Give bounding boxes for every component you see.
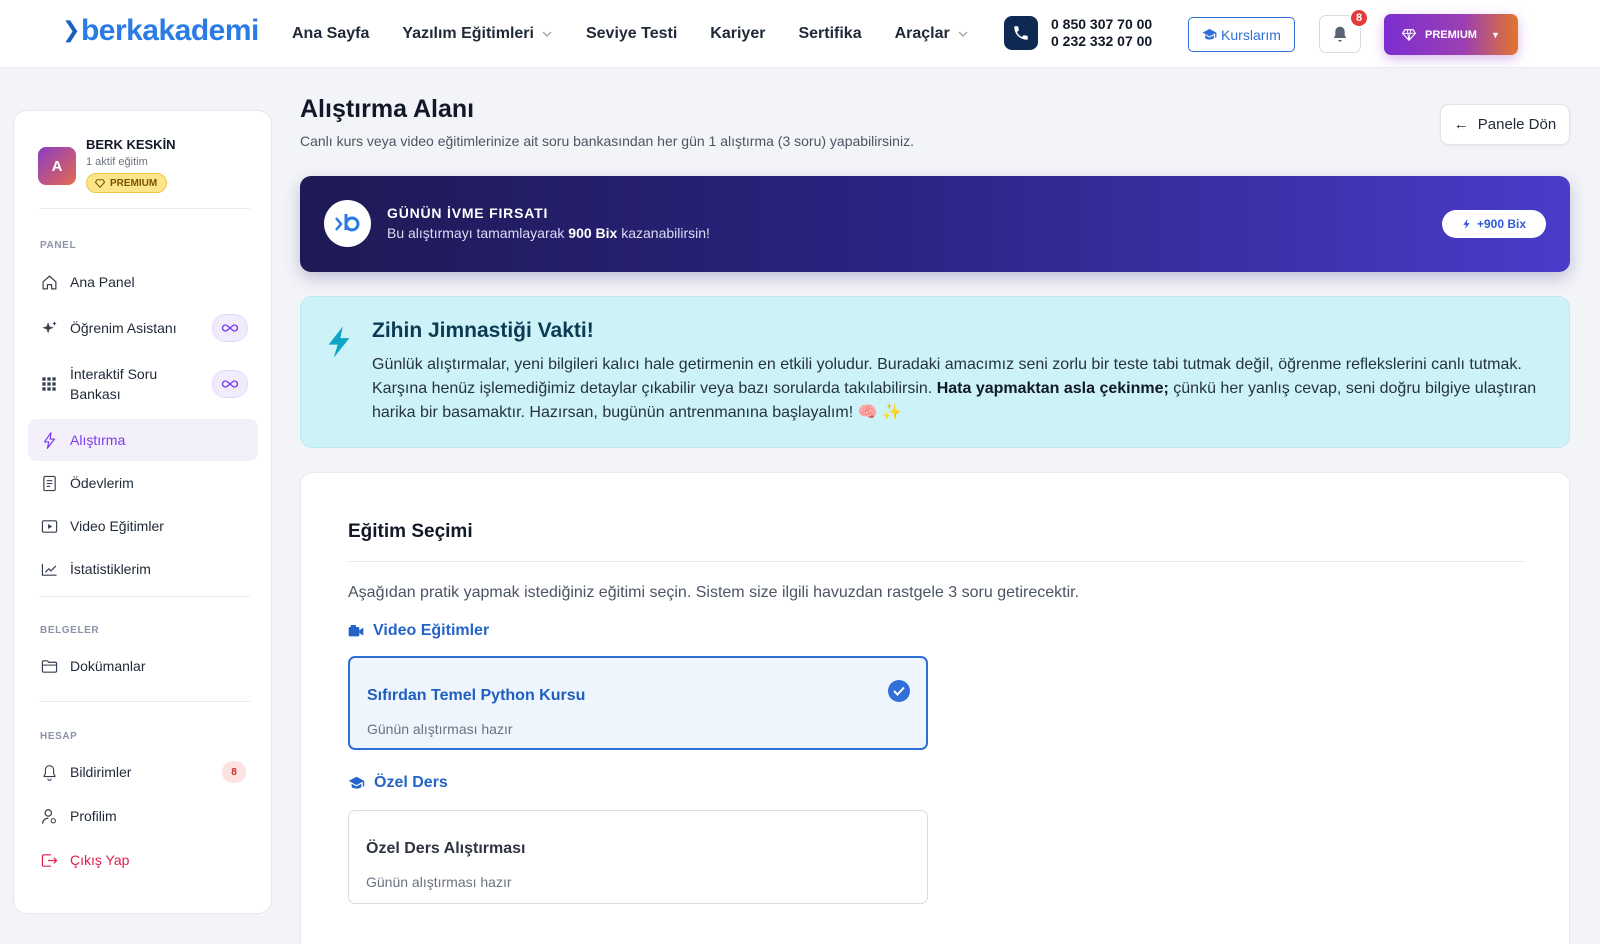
nav-araclar[interactable]: Araçlar <box>895 25 969 43</box>
chart-icon <box>40 560 58 578</box>
sidebar-item-ana-panel[interactable]: Ana Panel <box>28 261 258 303</box>
bix-logo-icon <box>324 200 371 247</box>
video-icon <box>40 517 58 535</box>
nav-seviye-testi[interactable]: Seviye Testi <box>586 25 677 43</box>
nav-ana-sayfa[interactable]: Ana Sayfa <box>292 25 369 43</box>
bolt-icon <box>328 326 350 358</box>
sidebar-item-ogrenim-asistani[interactable]: Öğrenim Asistanı <box>28 307 258 349</box>
sidebar-item-istatistiklerim[interactable]: İstatistiklerim <box>28 548 258 590</box>
nav-yazilim-egitimleri[interactable]: Yazılım Eğitimleri <box>402 25 553 43</box>
course-option-ozel-ders[interactable]: Özel Ders Alıştırması Günün alıştırması … <box>348 810 928 904</box>
card-title: Eğitim Seçimi <box>348 521 473 542</box>
divider <box>39 701 250 702</box>
option-title: Özel Ders Alıştırması <box>366 840 526 857</box>
divider <box>39 208 250 209</box>
motivation-tip-box: Zihin Jimnastiği Vakti! Günlük alıştırma… <box>300 296 1570 448</box>
chevron-down-icon <box>542 31 552 37</box>
user-name: BERK KESKİN <box>86 137 176 152</box>
course-selection-card: Eğitim Seçimi Aşağıdan pratik yapmak ist… <box>300 472 1570 944</box>
banner-description: Bu alıştırmayı tamamlayarak 900 Bix kaza… <box>387 225 710 241</box>
sidebar-item-alistirma[interactable]: Alıştırma <box>28 419 258 461</box>
bolt-icon <box>40 431 58 449</box>
divider <box>39 596 250 597</box>
arrow-left-icon: ← <box>1453 116 1469 133</box>
notification-count-badge: 8 <box>222 761 246 783</box>
card-description: Aşağıdan pratik yapmak istediğiniz eğiti… <box>348 584 1080 601</box>
sidebar-item-profilim[interactable]: Profilim <box>28 795 258 837</box>
sidebar-item-video-egitimler[interactable]: Video Eğitimler <box>28 505 258 547</box>
contact-phones[interactable]: 0 850 307 70 00 0 232 332 07 00 <box>1004 16 1152 50</box>
my-courses-button[interactable]: Kurslarım <box>1188 17 1295 52</box>
option-status: Günün alıştırması hazır <box>366 874 512 890</box>
divider <box>348 561 1525 562</box>
group-heading-ozel-ders: Özel Ders <box>348 774 448 792</box>
option-status: Günün alıştırması hazır <box>367 721 513 737</box>
notification-count-badge: 8 <box>1349 8 1369 28</box>
page-title: Alıştırma Alanı <box>300 95 475 123</box>
grid-icon <box>40 375 58 393</box>
chevron-down-icon <box>958 31 968 37</box>
sidebar-item-dokumanlar[interactable]: Dokümanlar <box>28 645 258 687</box>
user-icon <box>40 807 58 825</box>
caret-down-icon: ▼ <box>1490 29 1500 40</box>
document-icon <box>40 474 58 492</box>
phone-number-2[interactable]: 0 232 332 07 00 <box>1051 33 1152 50</box>
main-nav: Ana Sayfa Yazılım Eğitimleri Seviye Test… <box>292 0 1002 68</box>
home-icon <box>40 273 58 291</box>
tip-text: Günlük alıştırmalar, yeni bilgileri kalı… <box>372 356 1537 421</box>
daily-bonus-banner: GÜNÜN İVME FIRSATI Bu alıştırmayı tamaml… <box>300 176 1570 272</box>
sidebar-item-bildirimler[interactable]: Bildirimler 8 <box>28 751 258 793</box>
course-option-python[interactable]: Sıfırdan Temel Python Kursu Günün alıştı… <box>348 656 928 750</box>
sidebar-item-cikis-yap[interactable]: Çıkış Yap <box>28 839 258 881</box>
nav-kariyer[interactable]: Kariyer <box>710 25 765 43</box>
section-label-panel: PANEL <box>40 240 77 251</box>
back-to-panel-button[interactable]: ← Panele Dön <box>1440 104 1570 145</box>
diamond-icon <box>1402 28 1416 41</box>
group-heading-video: Video Eğitimler <box>348 622 489 640</box>
sparkle-icon <box>40 319 58 337</box>
page-subtitle: Canlı kurs veya video eğitimlerinize ait… <box>300 133 914 149</box>
site-logo[interactable]: ❯berkakademi <box>62 14 259 48</box>
infinity-icon <box>212 314 248 342</box>
nav-sertifika[interactable]: Sertifika <box>798 25 861 43</box>
check-circle-icon <box>888 680 910 702</box>
bolt-icon <box>1463 219 1470 229</box>
premium-menu-button[interactable]: PREMIUM ▼ <box>1384 14 1518 55</box>
section-label-hesap: HESAP <box>40 731 78 742</box>
diamond-icon <box>95 178 105 188</box>
bell-icon <box>1334 26 1346 42</box>
notifications-button[interactable]: 8 <box>1319 8 1369 53</box>
graduation-cap-icon <box>348 776 365 789</box>
graduation-cap-icon <box>1202 28 1217 40</box>
folder-icon <box>40 657 58 675</box>
phone-number-1[interactable]: 0 850 307 70 00 <box>1051 16 1152 33</box>
phone-icon <box>1004 16 1038 50</box>
avatar[interactable]: A <box>38 147 76 185</box>
sidebar-item-interaktif-soru-bankasi[interactable]: İnteraktif Soru Bankası <box>28 359 258 409</box>
sidebar-item-odevlerim[interactable]: Ödevlerim <box>28 462 258 504</box>
tip-title: Zihin Jimnastiği Vakti! <box>372 319 594 342</box>
video-camera-icon <box>348 625 364 637</box>
bix-reward-pill: +900 Bix <box>1442 210 1546 238</box>
user-active-courses: 1 aktif eğitim <box>86 156 148 168</box>
logout-icon <box>40 851 58 869</box>
premium-badge: PREMIUM <box>86 173 168 193</box>
option-title: Sıfırdan Temel Python Kursu <box>367 687 586 704</box>
sidebar: A BERK KESKİN 1 aktif eğitim PREMIUM PAN… <box>13 110 272 914</box>
banner-title: GÜNÜN İVME FIRSATI <box>387 205 549 221</box>
infinity-icon <box>212 370 248 398</box>
top-header: ❯berkakademi Ana Sayfa Yazılım Eğitimler… <box>0 0 1600 68</box>
bell-icon <box>40 763 58 781</box>
section-label-belgeler: BELGELER <box>40 625 100 636</box>
